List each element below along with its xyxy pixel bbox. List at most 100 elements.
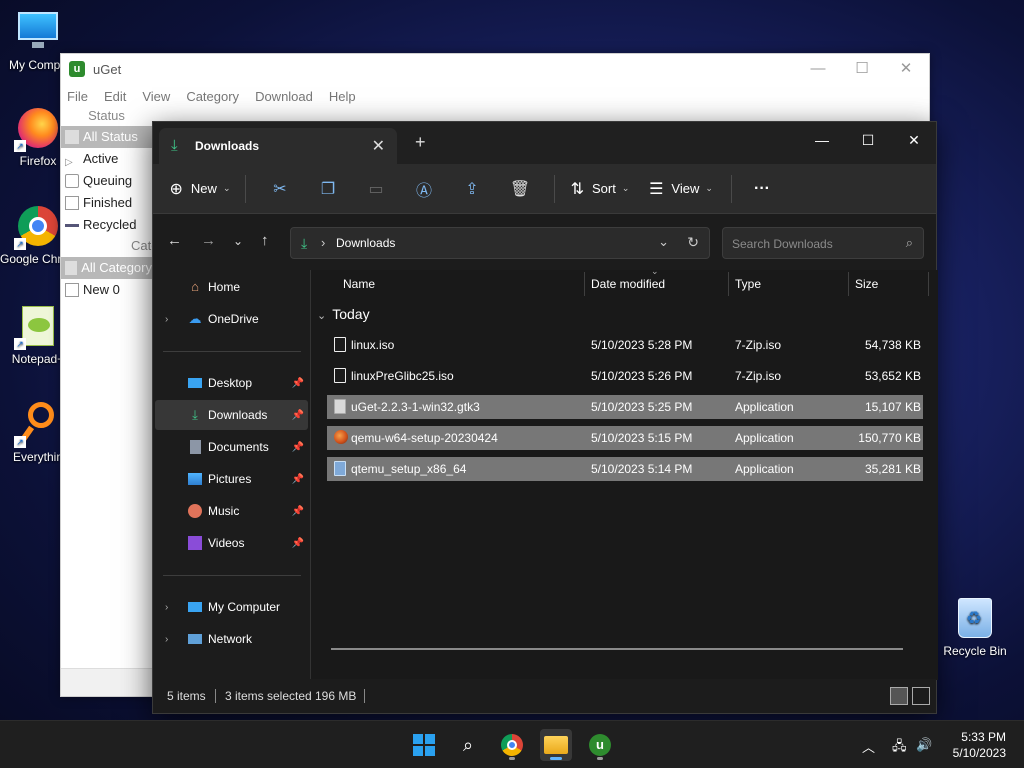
nav-item-music[interactable]: Music 📌 xyxy=(155,496,308,526)
file-row[interactable]: linuxPreGlibc25.iso 5/10/2023 5:26 PM 7-Zi… xyxy=(327,364,923,388)
uget-menu-help[interactable]: Help xyxy=(329,89,356,104)
nav-item-network[interactable]: › Network xyxy=(155,624,308,654)
address-dropdown-icon[interactable]: ⌄ xyxy=(658,234,669,250)
status-separator xyxy=(364,689,365,703)
refresh-icon[interactable]: ↻ xyxy=(687,234,699,251)
network-tray-icon[interactable]: 🖧 xyxy=(892,737,907,759)
nav-item-pictures[interactable]: Pictures 📌 xyxy=(155,464,308,494)
copy-button[interactable]: ❐ xyxy=(304,172,352,206)
uget-status-finished[interactable]: Finished xyxy=(61,192,152,214)
explorer-maximize-button[interactable]: ☐ xyxy=(845,126,891,154)
details-view-button[interactable] xyxy=(890,687,908,705)
recycled-icon xyxy=(65,224,79,227)
uget-menu-file[interactable]: File xyxy=(67,89,88,104)
uget-menu-view[interactable]: View xyxy=(142,89,170,104)
tab-downloads[interactable]: ⤓ Downloads ✕ xyxy=(159,128,397,164)
up-button[interactable]: ↑ xyxy=(261,232,269,249)
large-icons-view-button[interactable] xyxy=(912,687,930,705)
recycle-bin-icon xyxy=(958,598,992,638)
column-header-type[interactable]: Type xyxy=(735,270,761,298)
search-box[interactable]: Search Downloads ⌕ xyxy=(722,227,924,259)
file-explorer-window[interactable]: ⤓ Downloads ✕ + — ☐ ✕ ⊕ New ⌄ ✂ ❐ ▭ Ⓐ ⇪ … xyxy=(152,121,938,714)
chevron-right-icon[interactable]: › xyxy=(165,634,168,645)
nav-item-documents[interactable]: Documents 📌 xyxy=(155,432,308,462)
paste-button[interactable]: ▭ xyxy=(352,172,400,206)
uget-status-recycled[interactable]: Recycled xyxy=(61,214,152,236)
breadcrumb-downloads[interactable]: Downloads xyxy=(336,236,395,250)
back-button[interactable]: ← xyxy=(167,232,182,249)
column-separator[interactable] xyxy=(728,272,729,296)
uget-status-all[interactable]: All Status xyxy=(61,126,152,148)
column-header-date[interactable]: Date modified xyxy=(591,270,665,298)
chevron-right-icon[interactable]: › xyxy=(165,314,168,325)
nav-item-onedrive[interactable]: › ☁ OneDrive xyxy=(155,304,308,334)
cut-button[interactable]: ✂ xyxy=(256,172,304,206)
file-row[interactable]: qtemu_setup_x86_64 5/10/2023 5:14 PM Appli… xyxy=(327,457,923,481)
uget-close-button[interactable]: ✕ xyxy=(883,54,929,84)
uget-minimize-button[interactable]: — xyxy=(795,54,841,84)
explorer-minimize-button[interactable]: — xyxy=(799,126,845,154)
horizontal-scrollbar[interactable] xyxy=(331,648,903,650)
uget-status-label: Finished xyxy=(83,195,133,210)
uget-status-active[interactable]: ▷ Active xyxy=(61,148,152,170)
view-button[interactable]: ☰ View ⌄ xyxy=(641,172,721,206)
column-separator[interactable] xyxy=(848,272,849,296)
sort-button-label: Sort xyxy=(592,181,616,196)
uget-status-queuing[interactable]: Queuing xyxy=(61,170,152,192)
column-separator[interactable] xyxy=(928,272,929,296)
explorer-close-button[interactable]: ✕ xyxy=(891,126,937,154)
nav-item-downloads[interactable]: ⤓ Downloads 📌 xyxy=(155,400,308,430)
uget-menu-category[interactable]: Category xyxy=(186,89,239,104)
new-tab-button[interactable]: + xyxy=(415,132,426,153)
file-row[interactable]: linux.iso 5/10/2023 5:28 PM 7-Zip.iso 54,73… xyxy=(327,333,923,357)
file-row[interactable]: uGet-2.2.3-1-win32.gtk3 5/10/2023 5:25 PM… xyxy=(327,395,923,419)
uget-menu-edit[interactable]: Edit xyxy=(104,89,126,104)
column-header-name[interactable]: Name xyxy=(343,270,375,298)
column-header-size[interactable]: Size xyxy=(855,270,878,298)
breadcrumb-chevron-icon: › xyxy=(321,235,326,250)
column-separator[interactable] xyxy=(584,272,585,296)
uget-menu-download[interactable]: Download xyxy=(255,89,313,104)
uget-status-header: Status xyxy=(88,108,125,123)
taskbar-chrome-button[interactable] xyxy=(496,729,528,761)
more-options-button[interactable]: ··· xyxy=(742,172,782,206)
uget-category-all[interactable]: All Category xyxy=(61,257,152,279)
tab-close-icon[interactable]: ✕ xyxy=(372,136,385,156)
nav-item-videos[interactable]: Videos 📌 xyxy=(155,528,308,558)
file-size: 35,281 KB xyxy=(864,462,921,476)
delete-button[interactable]: 🗑 xyxy=(496,172,544,206)
tray-overflow-chevron-icon[interactable]: ︿ xyxy=(862,737,875,756)
video-icon xyxy=(187,535,203,551)
address-bar[interactable]: ⤓ › Downloads ⌄ ↻ xyxy=(290,227,710,259)
volume-icon[interactable]: 🔊 xyxy=(916,737,932,753)
nav-item-home[interactable]: ⌂ Home xyxy=(155,272,308,302)
new-button[interactable]: ⊕ New ⌄ xyxy=(165,172,235,206)
taskbar-clock[interactable]: 5:33 PM 5/10/2023 xyxy=(953,729,1006,761)
search-input[interactable]: Search Downloads xyxy=(732,237,833,251)
windows-logo-icon xyxy=(413,734,435,756)
taskbar-uget-button[interactable]: u xyxy=(584,729,616,761)
forward-button[interactable]: → xyxy=(201,232,216,249)
chevron-right-icon[interactable]: › xyxy=(165,602,168,613)
file-name: qemu-w64-setup-20230424 xyxy=(351,431,498,445)
start-button[interactable] xyxy=(408,729,440,761)
recent-locations-button[interactable]: ⌄ xyxy=(233,234,243,248)
uget-category-new[interactable]: New 0 xyxy=(61,279,152,301)
nav-item-desktop[interactable]: Desktop 📌 xyxy=(155,368,308,398)
share-icon: ⇪ xyxy=(465,180,479,198)
nav-item-my-computer[interactable]: › My Computer xyxy=(155,592,308,622)
share-button[interactable]: ⇪ xyxy=(448,172,496,206)
play-icon: ▷ xyxy=(65,157,73,168)
rename-button[interactable]: Ⓐ xyxy=(400,172,448,206)
uget-status-label: All Status xyxy=(83,129,138,144)
uget-category-label: New 0 xyxy=(83,282,120,297)
uget-maximize-button[interactable]: ☐ xyxy=(839,54,885,84)
pin-icon: 📌 xyxy=(291,441,304,453)
qemu-installer-icon xyxy=(334,430,348,444)
taskbar-explorer-button[interactable] xyxy=(540,729,572,761)
file-row[interactable]: qemu-w64-setup-20230424 5/10/2023 5:15 PM… xyxy=(327,426,923,450)
taskbar-search-button[interactable]: ⌕ xyxy=(452,729,484,761)
desktop-icon-recycle-bin[interactable]: Recycle Bin xyxy=(942,598,1008,658)
sort-button[interactable]: ⇅ Sort ⌄ xyxy=(565,172,635,206)
group-header-today[interactable]: ⌄ Today xyxy=(317,306,370,322)
